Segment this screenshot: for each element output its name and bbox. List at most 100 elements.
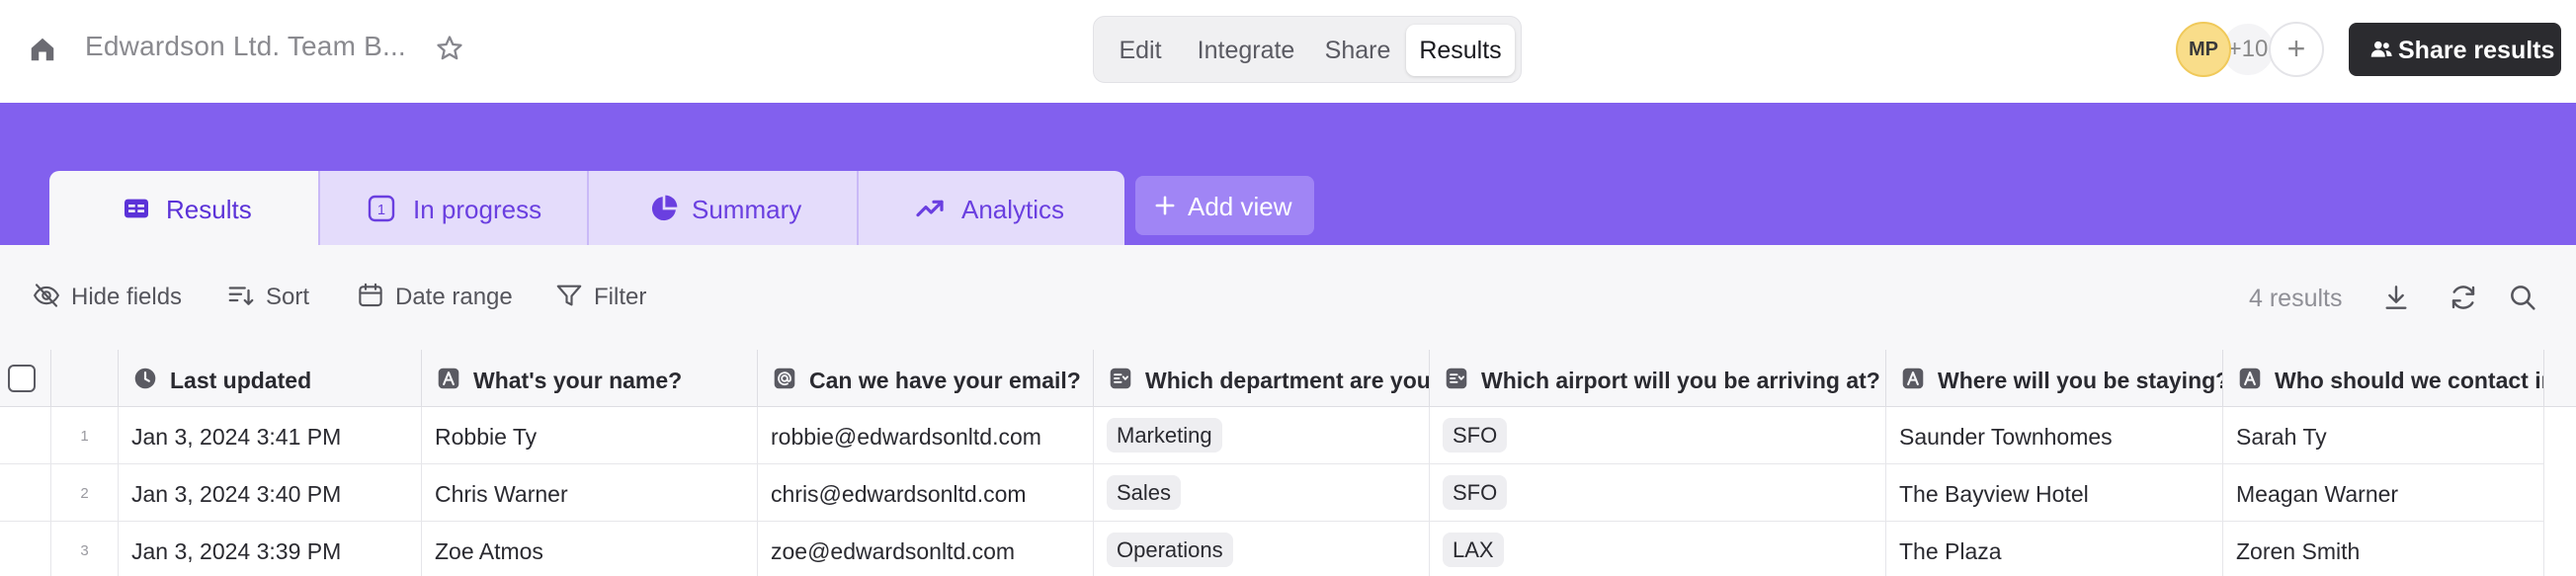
option-pill: Sales — [1107, 475, 1182, 510]
table-cell[interactable]: Jan 3, 2024 3:40 PM — [119, 464, 422, 522]
table-icon — [125, 199, 148, 218]
mode-tab-integrate[interactable]: Integrate — [1183, 25, 1309, 76]
select-all-header — [0, 350, 51, 407]
mode-tab-edit[interactable]: Edit — [1102, 25, 1179, 76]
table-cell[interactable]: Zoren Smith — [2223, 522, 2544, 576]
tab-summary-label: Summary — [692, 195, 802, 224]
add-collaborator-button[interactable]: + — [2269, 22, 2324, 77]
option-pill: SFO — [1443, 418, 1508, 453]
sort-icon — [228, 287, 254, 305]
add-view-button[interactable]: Add view — [1135, 176, 1314, 235]
select-all-checkbox[interactable] — [8, 365, 36, 392]
trending-up-icon — [916, 200, 944, 217]
tab-in-progress[interactable]: 1 In progress — [320, 171, 587, 245]
column-label: Who should we contact in case of emergen… — [2275, 368, 2543, 393]
dropdown-field-icon — [1446, 368, 1467, 389]
option-pill: Operations — [1107, 533, 1233, 567]
table-cell[interactable]: Operations — [1094, 522, 1430, 576]
mode-tab-results[interactable]: Results — [1406, 25, 1515, 76]
table-cell[interactable]: zoe@edwardsonltd.com — [758, 522, 1094, 576]
table-cell[interactable]: The Plaza — [1886, 522, 2223, 576]
table-cell[interactable]: Zoe Atmos — [422, 522, 758, 576]
top-bar: Edwardson Ltd. Team B... Edit Integrate … — [0, 0, 2576, 103]
refresh-icon[interactable] — [2448, 282, 2479, 313]
column-label: Can we have your email? — [809, 368, 1081, 393]
search-icon[interactable] — [2507, 282, 2538, 313]
table-cell[interactable]: Meagan Warner — [2223, 464, 2544, 522]
text-field-icon — [438, 368, 459, 389]
row-select-cell[interactable] — [0, 407, 51, 464]
users-icon — [2370, 41, 2392, 57]
column-header-staying[interactable]: Where will you be staying? — [1886, 350, 2223, 407]
tab-analytics[interactable]: Analytics — [859, 171, 1124, 245]
column-header-email[interactable]: Can we have your email? — [758, 350, 1094, 407]
number-badge-icon: 1 — [368, 195, 395, 222]
text-field-icon — [2239, 368, 2261, 389]
form-title[interactable]: Edwardson Ltd. Team B... — [85, 31, 406, 62]
table-cell[interactable]: Jan 3, 2024 3:41 PM — [119, 407, 422, 464]
row-select-cell[interactable] — [0, 464, 51, 522]
avatar[interactable]: MP — [2176, 22, 2231, 77]
row-select-cell[interactable] — [0, 522, 51, 576]
table-cell[interactable]: SFO — [1430, 464, 1886, 522]
column-header-airport[interactable]: Which airport will you be arriving at? — [1430, 350, 1886, 407]
column-label: Which department are you in? — [1145, 368, 1430, 393]
tab-in-progress-label: In progress — [413, 195, 542, 224]
table-cell[interactable]: robbie@edwardsonltd.com — [758, 407, 1094, 464]
calendar-icon — [359, 283, 382, 307]
column-header-last-updated[interactable]: Last updated — [119, 350, 422, 407]
results-table: Last updated What's your name? Can we ha… — [0, 350, 2576, 576]
row-number: 2 — [51, 464, 119, 522]
table-cell[interactable]: Saunder Townhomes — [1886, 407, 2223, 464]
column-header-name[interactable]: What's your name? — [422, 350, 758, 407]
filter-icon — [556, 285, 582, 306]
column-header-overflow — [2544, 350, 2576, 407]
filter-button[interactable]: Filter — [554, 279, 663, 314]
star-icon[interactable] — [435, 34, 464, 63]
at-sign-icon — [774, 368, 795, 389]
home-icon[interactable] — [28, 35, 57, 64]
table-cell[interactable]: Sales — [1094, 464, 1430, 522]
date-range-button[interactable]: Date range — [356, 279, 524, 314]
table-cell[interactable]: Chris Warner — [422, 464, 758, 522]
text-field-icon — [1902, 368, 1924, 389]
column-header-emergency-contact[interactable]: Who should we contact in case of emergen… — [2223, 350, 2544, 407]
mode-tab-share[interactable]: Share — [1313, 25, 1402, 76]
table-cell[interactable]: LAX — [1430, 522, 1886, 576]
option-pill: LAX — [1443, 533, 1504, 567]
column-header-department[interactable]: Which department are you in? — [1094, 350, 1430, 407]
tab-analytics-label: Analytics — [961, 195, 1065, 224]
option-pill: SFO — [1443, 475, 1508, 510]
results-toolbar: Hide fields Sort Date range Filter — [0, 245, 2576, 350]
table-cell[interactable]: The Bayview Hotel — [1886, 464, 2223, 522]
column-label: Where will you be staying? — [1938, 368, 2223, 393]
in-progress-badge-count: 1 — [377, 203, 385, 218]
add-view-label: Add view — [1188, 192, 1292, 221]
table-cell[interactable]: SFO — [1430, 407, 1886, 464]
table-cell[interactable]: chris@edwardsonltd.com — [758, 464, 1094, 522]
column-label: Last updated — [170, 368, 312, 393]
sort-label: Sort — [266, 284, 310, 310]
table-cell[interactable]: Robbie Ty — [422, 407, 758, 464]
date-range-label: Date range — [395, 284, 513, 310]
eye-off-icon — [33, 284, 60, 307]
row-number: 3 — [51, 522, 119, 576]
table-cell[interactable]: Sarah Ty — [2223, 407, 2544, 464]
table-cell[interactable]: Marketing — [1094, 407, 1430, 464]
row-number: 1 — [51, 407, 119, 464]
hide-fields-label: Hide fields — [71, 284, 183, 310]
table-cell[interactable]: Jan 3, 2024 3:39 PM — [119, 522, 422, 576]
results-count: 4 results — [2249, 285, 2343, 312]
share-results-button[interactable]: Share results — [2349, 23, 2561, 76]
tab-results-label: Results — [166, 195, 252, 224]
column-label: What's your name? — [473, 368, 683, 393]
tab-summary[interactable]: Summary — [589, 171, 857, 245]
sort-button[interactable]: Sort — [226, 279, 325, 314]
mode-tabs: Edit Integrate Share Results — [1093, 16, 1522, 83]
dropdown-field-icon — [1110, 368, 1131, 389]
tab-results[interactable]: Results — [49, 171, 318, 245]
hide-fields-button[interactable]: Hide fields — [32, 279, 190, 314]
view-tabs-band: Results 1 In progress Summary Analytics … — [0, 103, 2576, 245]
option-pill: Marketing — [1107, 418, 1222, 453]
download-icon[interactable] — [2380, 282, 2412, 313]
